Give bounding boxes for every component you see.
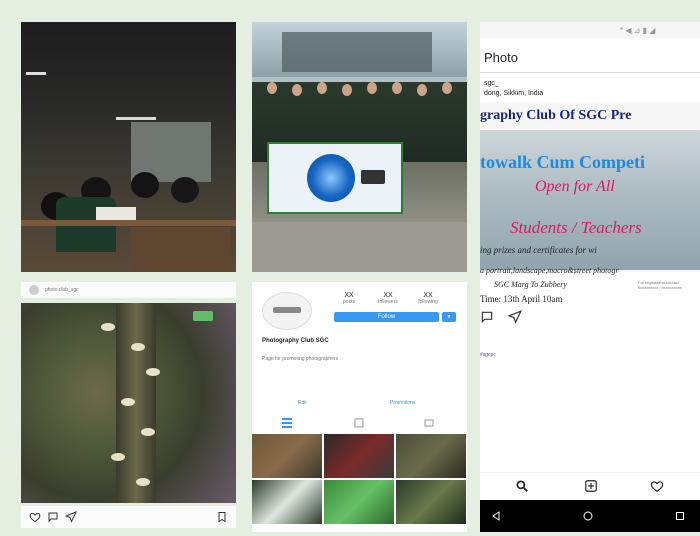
gallery-badge[interactable] — [193, 311, 213, 321]
stat-posts-label: posts — [343, 299, 355, 305]
profile-panel: XX posts XX followers XX following Follo… — [252, 282, 467, 532]
poster-categories: a portrait,landscape,macro&street photog… — [480, 266, 619, 275]
poster-band: towalk Cum Competi Open for All Students… — [480, 130, 700, 270]
stat-followers-value: XX — [383, 292, 393, 299]
share-icon[interactable] — [508, 310, 522, 324]
poster-time: Time: 13th April 10am — [480, 294, 563, 304]
profile-bio: Page for promoting photographers — [262, 356, 339, 362]
grid-photo-6[interactable] — [396, 480, 466, 524]
share-icon[interactable] — [65, 511, 77, 523]
tagged-icon[interactable] — [424, 418, 434, 428]
avatar[interactable] — [29, 285, 39, 295]
bottom-nav — [480, 472, 700, 497]
stat-posts: XX posts — [334, 292, 364, 305]
post-actions-bar — [21, 506, 236, 528]
stat-followers-label: followers — [378, 299, 398, 305]
tab-promotions[interactable]: Promotions — [390, 400, 415, 406]
poster-venue: SGC Marg To Zubbery — [494, 280, 567, 289]
stat-following-label: following — [418, 299, 438, 305]
stat-following[interactable]: XX following — [410, 292, 446, 305]
grid-view-icon[interactable] — [282, 418, 292, 428]
page-title: Photo — [484, 50, 518, 65]
comment-icon[interactable] — [480, 310, 494, 324]
group-photo — [252, 22, 467, 272]
follow-button[interactable]: Follow — [334, 312, 439, 322]
recents-icon[interactable] — [674, 510, 686, 522]
caption-hashtag[interactable]: #sgcpc — [480, 352, 496, 358]
back-icon[interactable] — [490, 510, 502, 522]
grid-photo-5[interactable] — [324, 480, 394, 524]
tab-edit[interactable]: Edit — [298, 400, 307, 406]
comment-icon[interactable] — [47, 511, 59, 523]
club-banner — [267, 142, 403, 214]
mushroom-tree-photo — [21, 303, 236, 503]
post-username[interactable]: photo.club_sgc — [45, 287, 79, 293]
stat-followers[interactable]: XX followers — [370, 292, 406, 305]
poster-band-text: towalk Cum Competi — [480, 152, 645, 172]
grid-photo-1[interactable] — [252, 434, 322, 478]
poster-headline: graphy Club Of SGC Pre — [480, 108, 632, 123]
phone-screenshot: * ◀ ⊿ ▮ ◢ Photo sgc_ dong, Sikkim, India… — [480, 22, 700, 532]
heart-icon[interactable] — [650, 479, 664, 493]
location-sub[interactable]: dong, Sikkim, India — [484, 90, 543, 97]
status-bar: * ◀ ⊿ ▮ ◢ — [480, 22, 700, 38]
post-header: photo.club_sgc — [21, 282, 236, 298]
list-view-icon[interactable] — [354, 418, 364, 428]
status-icons: * ◀ ⊿ ▮ ◢ — [620, 26, 656, 35]
poster-students: Students / Teachers — [510, 218, 642, 237]
grid-photo-4[interactable] — [252, 480, 322, 524]
poster-prizes: ing prizes and certificates for wi — [480, 245, 597, 255]
home-icon[interactable] — [582, 510, 594, 522]
stat-following-value: XX — [423, 292, 433, 299]
poster-contact: For registration contact: 9xxxxxxxxx / 9… — [638, 280, 682, 290]
grid-photo-3[interactable] — [396, 434, 466, 478]
follow-dropdown-button[interactable]: ▾ — [442, 312, 456, 322]
search-icon[interactable] — [515, 479, 529, 493]
add-post-icon[interactable] — [584, 479, 598, 493]
location-name[interactable]: sgc_ — [484, 80, 499, 87]
android-nav-bar — [480, 500, 700, 532]
heart-icon[interactable] — [29, 511, 41, 523]
stat-posts-value: XX — [344, 292, 354, 299]
classroom-photo — [21, 22, 236, 272]
profile-name: Photography Club SGC — [262, 338, 329, 344]
profile-avatar — [262, 292, 312, 330]
event-poster: graphy Club Of SGC Pre towalk Cum Compet… — [480, 102, 700, 272]
bookmark-icon[interactable] — [216, 511, 228, 523]
poster-open-for-all: Open for All — [535, 178, 615, 195]
grid-photo-2[interactable] — [324, 434, 394, 478]
